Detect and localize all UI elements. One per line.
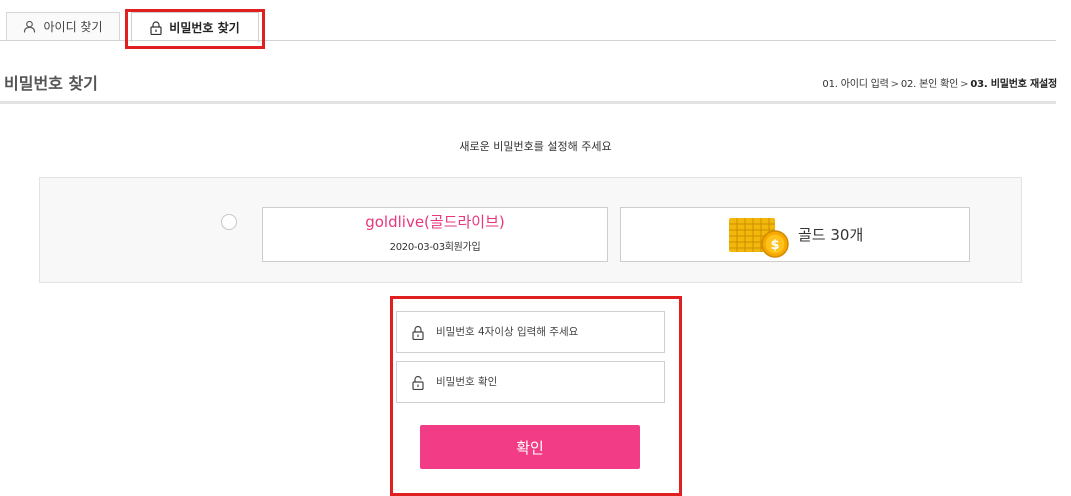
breadcrumb-step-1: 01. 아이디 입력 (822, 79, 889, 90)
lock-icon (150, 20, 162, 35)
breadcrumb-separator: > (890, 79, 899, 90)
title-divider (0, 101, 1056, 104)
password-confirm-input[interactable] (436, 376, 636, 388)
unlock-icon (412, 375, 424, 390)
confirm-button[interactable]: 확인 (420, 425, 640, 469)
gold-amount: 골드 30개 (798, 226, 864, 244)
account-join-date: 2020-03-03회원가입 (389, 242, 481, 253)
tab-find-password-label: 비밀번호 찾기 (169, 21, 240, 35)
gold-card: $ 골드 30개 (620, 207, 970, 262)
breadcrumb-separator: > (960, 79, 969, 90)
tab-find-id-label: 아이디 찾기 (43, 20, 103, 34)
user-icon (24, 20, 36, 33)
breadcrumb: 01. 아이디 입력 >02. 본인 확인 >03. 비밀번호 재설정 (822, 75, 1057, 90)
coin-dollar-glyph: $ (770, 238, 779, 253)
breadcrumb-step-2: 02. 본인 확인 (900, 79, 959, 90)
tab-find-id[interactable]: 아이디 찾기 (6, 12, 120, 40)
account-card[interactable]: goldlive(골드라이브) 2020-03-03회원가입 (262, 207, 608, 262)
gold-coins-icon: $ (729, 218, 789, 258)
password-field[interactable] (396, 311, 665, 353)
tab-find-password[interactable]: 비밀번호 찾기 (131, 12, 259, 42)
password-input[interactable] (436, 326, 636, 338)
account-name: goldlive(골드라이브) (365, 213, 505, 231)
breadcrumb-step-3: 03. 비밀번호 재설정 (970, 79, 1057, 90)
lock-icon (412, 325, 424, 340)
password-confirm-field[interactable] (396, 361, 665, 403)
account-radio[interactable] (221, 214, 237, 230)
page-title: 비밀번호 찾기 (4, 74, 98, 93)
instruction-text: 새로운 비밀번호를 설정해 주세요 (459, 140, 612, 153)
tab-divider (0, 40, 1056, 41)
